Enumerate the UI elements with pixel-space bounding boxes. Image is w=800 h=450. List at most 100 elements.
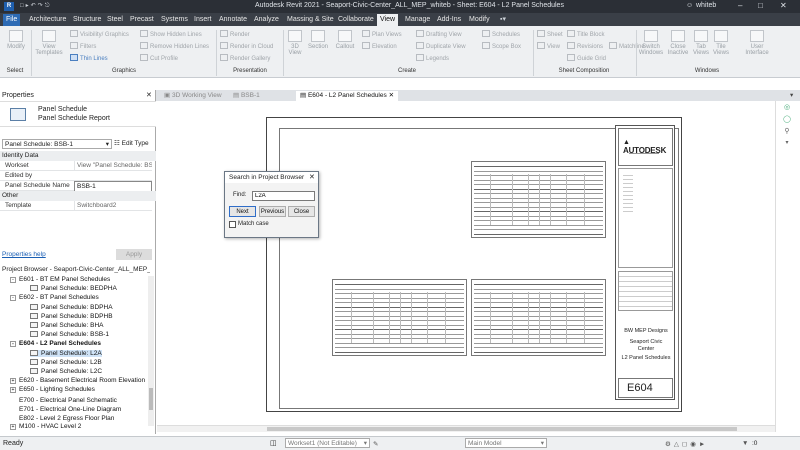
tab-massing-site[interactable]: Massing & Site	[284, 14, 337, 26]
cut-profile-button[interactable]: Cut Profile	[140, 54, 178, 62]
3d-view-button[interactable]: 3D View	[286, 30, 304, 56]
match-case-checkbox[interactable]	[229, 221, 236, 228]
visibility-graphics-button[interactable]: Visibility/ Graphics	[70, 30, 129, 38]
drafting-view-button[interactable]: Drafting View	[416, 30, 462, 38]
duplicate-view-button[interactable]: Duplicate View	[416, 42, 466, 50]
instance-selector[interactable]: Panel Schedule: BSB-1 ▾	[2, 139, 112, 149]
render-gallery-button[interactable]: Render Gallery	[220, 54, 270, 62]
scope-box-button[interactable]: Scope Box	[482, 42, 521, 50]
close-inactive-button[interactable]: Close Inactive	[666, 30, 690, 56]
browser-item[interactable]: E701 - Electrical One-Line Diagram	[10, 405, 121, 413]
tab-manage[interactable]: Manage	[402, 14, 433, 26]
tab-modify[interactable]: Modify	[466, 14, 493, 26]
prop-row-template[interactable]: Template Switchboard2	[0, 201, 152, 211]
guide-grid-button[interactable]: Guide Grid	[567, 54, 606, 62]
design-option-selector[interactable]: Main Model ▾	[465, 438, 547, 448]
title-block[interactable]: ▲ AUTODESK BW MEP Designs Seaport Civic …	[615, 125, 675, 400]
panel-schedule-bottom-right[interactable]	[471, 279, 606, 356]
view-tab-e604[interactable]: ▤ E604 - L2 Panel Schedules ✕	[296, 91, 399, 101]
windows-panel-label[interactable]: Windows	[637, 68, 777, 74]
panel-schedule-top[interactable]	[471, 161, 606, 238]
steering-wheel-icon[interactable]: ◎	[780, 103, 794, 115]
view-templates-button[interactable]: View Templates	[34, 30, 64, 56]
previous-button[interactable]: Previous	[259, 206, 286, 217]
tab-analyze[interactable]: Analyze	[251, 14, 282, 26]
sheet-button[interactable]: Sheet	[537, 30, 563, 38]
close-icon[interactable]: ✕	[780, 1, 787, 10]
legends-button[interactable]: Legends	[416, 54, 449, 62]
collapse-icon[interactable]: -	[10, 341, 16, 348]
browser-item[interactable]: Panel Schedule: L2A	[30, 349, 102, 357]
user-interface-button[interactable]: User Interface	[740, 30, 774, 56]
browser-item[interactable]: Panel Schedule: L2C	[30, 368, 102, 375]
expand-icon[interactable]: +	[10, 378, 16, 385]
create-panel-label[interactable]: Create	[284, 68, 530, 74]
ribbon-options-icon[interactable]: ▪▾	[497, 14, 509, 26]
browser-item[interactable]: Panel Schedule: BHA	[30, 322, 104, 329]
selection-filters-icons[interactable]: ⚙△◻◉►	[665, 440, 708, 448]
view-button[interactable]: View	[537, 42, 560, 50]
apply-button[interactable]: Apply	[116, 249, 152, 260]
expand-icon[interactable]: +	[10, 424, 16, 431]
section-button[interactable]: Section	[306, 30, 330, 50]
browser-item[interactable]: Panel Schedule: BEDPHA	[30, 285, 117, 292]
tab-view[interactable]: View	[377, 14, 399, 26]
next-button[interactable]: Next	[229, 206, 256, 217]
tab-insert[interactable]: Insert	[191, 14, 215, 26]
zoom-menu-icon[interactable]: ▾	[780, 139, 794, 151]
browser-item[interactable]: - E602 - BT Panel Schedules	[10, 294, 99, 302]
render-button[interactable]: Render	[220, 30, 250, 38]
select-panel-label[interactable]: Select	[0, 68, 30, 74]
browser-item[interactable]: Panel Schedule: L2B	[30, 358, 102, 366]
tab-architecture[interactable]: Architecture	[26, 14, 69, 26]
tab-precast[interactable]: Precast	[127, 14, 157, 26]
browser-item[interactable]: - E604 - L2 Panel Schedules	[10, 340, 101, 348]
expand-icon[interactable]: +	[10, 387, 16, 394]
collapse-icon[interactable]: -	[10, 277, 16, 283]
maximize-icon[interactable]: □	[758, 1, 763, 10]
properties-close-icon[interactable]: ✕	[146, 91, 152, 99]
user-icon[interactable]: ☺	[686, 2, 693, 9]
tab-annotate[interactable]: Annotate	[216, 14, 250, 26]
zoom-icon[interactable]: ⚲	[780, 127, 794, 139]
panel-schedule-bottom-left[interactable]	[332, 279, 467, 356]
browser-item[interactable]: E700 - Electrical Panel Schematic	[10, 396, 117, 404]
show-hidden-lines-button[interactable]: Show Hidden Lines	[140, 30, 202, 38]
tabs-dropdown-icon[interactable]: ▾	[786, 91, 797, 101]
thin-lines-button[interactable]: Thin Lines	[70, 54, 108, 62]
view-tab-3d-working[interactable]: ▣ 3D Working View	[160, 91, 226, 101]
editable-only-icon[interactable]: ✎	[373, 440, 378, 448]
tab-systems[interactable]: Systems	[158, 14, 191, 26]
plan-views-button[interactable]: Plan Views	[362, 30, 402, 38]
minimize-icon[interactable]: –	[738, 1, 742, 10]
browser-scrollbar[interactable]	[148, 276, 154, 426]
browser-item[interactable]: Panel Schedule: BDPHA	[30, 303, 113, 311]
elevation-button[interactable]: Elevation	[362, 42, 397, 50]
edit-type-button[interactable]: ☷ Edit Type	[114, 139, 149, 147]
workset-selector[interactable]: Workset1 (Not Editable) ▾	[285, 438, 370, 448]
sheet-composition-panel-label[interactable]: Sheet Composition	[534, 68, 634, 74]
view-tab-bsb-1[interactable]: ▤ BSB-1	[229, 91, 264, 101]
other-group[interactable]: Other	[0, 191, 156, 201]
tab-views-button[interactable]: Tab Views	[692, 30, 710, 56]
user-name[interactable]: whiteb	[696, 2, 716, 9]
browser-item[interactable]: + M100 - HVAC Level 2	[10, 423, 81, 431]
type-selector[interactable]: Panel Schedule Panel Schedule Report	[0, 101, 156, 127]
browser-item[interactable]: Panel Schedule: BSB-1	[30, 331, 109, 338]
revit-logo[interactable]: R	[4, 2, 14, 11]
graphics-panel-label[interactable]: Graphics	[34, 68, 214, 74]
find-input[interactable]	[252, 191, 315, 201]
filter-icon[interactable]: ▼	[742, 440, 748, 447]
switch-windows-button[interactable]: Switch Windows	[638, 30, 664, 56]
horizontal-scrollbar[interactable]	[157, 425, 775, 432]
title-block-button[interactable]: Title Block	[567, 30, 604, 38]
tab-steel[interactable]: Steel	[104, 14, 126, 26]
render-in-cloud-button[interactable]: Render in Cloud	[220, 42, 273, 50]
tab-collaborate[interactable]: Collaborate	[335, 14, 377, 26]
schedules-button[interactable]: Schedules	[482, 30, 520, 38]
tab-structure[interactable]: Structure	[70, 14, 104, 26]
prop-row-workset[interactable]: Workset View "Panel Schedule: BS...	[0, 161, 152, 171]
collapse-icon[interactable]: -	[10, 295, 16, 302]
tab-add-ins[interactable]: Add-Ins	[434, 14, 464, 26]
prop-row-panel-schedule-name[interactable]: Panel Schedule Name BSB-1	[0, 181, 152, 193]
